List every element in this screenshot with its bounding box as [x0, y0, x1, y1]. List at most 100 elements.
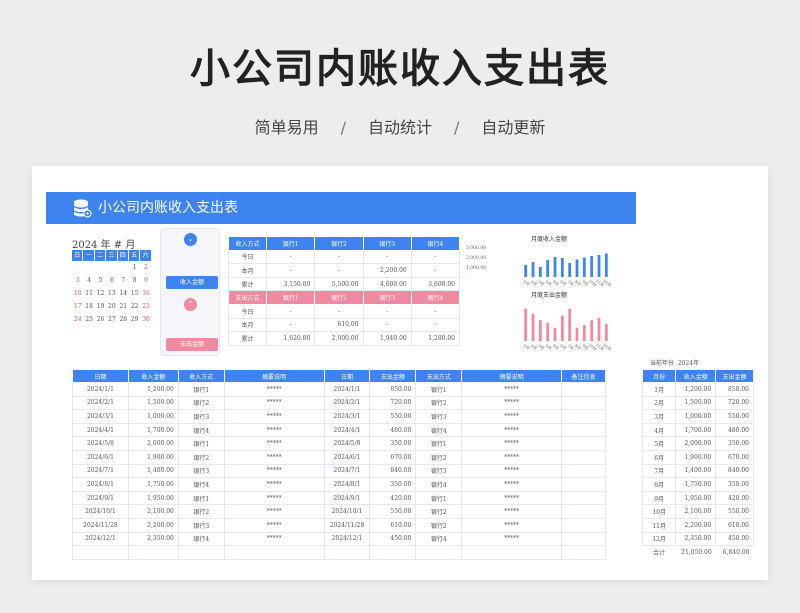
- calendar-day[interactable]: [83, 261, 94, 274]
- calendar-day[interactable]: [118, 261, 129, 274]
- calendar-day[interactable]: 3: [72, 274, 83, 287]
- transaction-cell[interactable]: *****: [461, 422, 563, 438]
- transaction-cell[interactable]: 银行2: [415, 504, 463, 519]
- transaction-cell[interactable]: 银行2: [177, 395, 225, 411]
- transaction-cell[interactable]: *****: [223, 531, 325, 547]
- transaction-cell[interactable]: 840.00: [369, 463, 417, 479]
- calendar-day[interactable]: 21: [118, 300, 129, 313]
- calendar-day[interactable]: 30: [140, 313, 151, 326]
- transaction-cell[interactable]: *****: [223, 409, 325, 424]
- calendar-day[interactable]: 19: [95, 300, 106, 313]
- transaction-cell[interactable]: 1,700.00: [127, 422, 179, 438]
- transaction-cell[interactable]: [461, 545, 563, 560]
- calendar-day[interactable]: 20: [106, 300, 117, 313]
- transaction-cell[interactable]: [127, 545, 179, 560]
- calendar-day[interactable]: 24: [72, 313, 83, 326]
- transaction-cell[interactable]: [223, 545, 325, 560]
- transaction-cell[interactable]: 2024/12/1: [323, 531, 371, 547]
- transaction-cell[interactable]: 2024/5/8: [72, 436, 129, 451]
- calendar-day[interactable]: [106, 261, 117, 274]
- transaction-cell[interactable]: *****: [461, 504, 563, 519]
- transaction-cell[interactable]: 银行1: [177, 382, 225, 397]
- transaction-cell[interactable]: 银行4: [177, 477, 225, 492]
- transaction-cell[interactable]: 银行1: [415, 382, 463, 397]
- transaction-cell[interactable]: 2024/10/1: [72, 504, 129, 519]
- calendar-day[interactable]: 5: [95, 274, 106, 287]
- calendar-day[interactable]: 8: [129, 274, 140, 287]
- transaction-cell[interactable]: 银行1: [415, 436, 463, 451]
- calendar-day[interactable]: [72, 261, 83, 274]
- transaction-cell[interactable]: *****: [223, 436, 325, 451]
- calendar-day[interactable]: 26: [95, 313, 106, 326]
- transaction-cell[interactable]: 银行2: [177, 504, 225, 519]
- transaction-cell[interactable]: 银行1: [177, 490, 225, 506]
- transaction-cell[interactable]: 610.00: [369, 517, 417, 533]
- transaction-cell[interactable]: 2024/7/1: [323, 463, 371, 479]
- transaction-cell[interactable]: [561, 517, 606, 533]
- transaction-cell[interactable]: 银行4: [177, 531, 225, 547]
- transaction-cell[interactable]: *****: [223, 422, 325, 438]
- transaction-cell[interactable]: 2024/3/1: [72, 409, 129, 424]
- transaction-cell[interactable]: [72, 545, 129, 560]
- transaction-cell[interactable]: 银行3: [415, 463, 463, 479]
- expense-amount-button[interactable]: 支出金额: [166, 338, 218, 351]
- transaction-cell[interactable]: [415, 545, 463, 560]
- transaction-cell[interactable]: *****: [461, 409, 563, 424]
- calendar-day[interactable]: 15: [129, 287, 140, 300]
- transaction-cell[interactable]: 2024/1/1: [72, 382, 129, 397]
- transaction-cell[interactable]: 420.00: [369, 490, 417, 506]
- calendar-day[interactable]: 1: [129, 261, 140, 274]
- transaction-cell[interactable]: *****: [223, 449, 325, 465]
- transaction-cell[interactable]: [561, 395, 606, 411]
- transaction-cell[interactable]: 2024/3/1: [323, 409, 371, 424]
- transaction-cell[interactable]: 480.00: [369, 422, 417, 438]
- calendar-day[interactable]: [95, 261, 106, 274]
- transaction-cell[interactable]: [561, 490, 606, 506]
- transaction-cell[interactable]: 银行2: [415, 449, 463, 465]
- transaction-cell[interactable]: 2024/5/8: [323, 436, 371, 451]
- calendar-day[interactable]: 7: [118, 274, 129, 287]
- calendar-day[interactable]: 6: [106, 274, 117, 287]
- calendar-day[interactable]: 16: [140, 287, 151, 300]
- calendar-day[interactable]: 23: [140, 300, 151, 313]
- transaction-cell[interactable]: 2024/9/1: [72, 490, 129, 506]
- transaction-cell[interactable]: 550.00: [369, 409, 417, 424]
- chevron-down-icon[interactable]: ⌄: [184, 233, 197, 246]
- transaction-cell[interactable]: 2024/2/1: [72, 395, 129, 411]
- transaction-cell[interactable]: 2024/7/1: [72, 463, 129, 479]
- transaction-cell[interactable]: 银行4: [177, 422, 225, 438]
- transaction-cell[interactable]: 银行3: [177, 517, 225, 533]
- transaction-cell[interactable]: *****: [223, 382, 325, 397]
- transaction-cell[interactable]: 银行1: [177, 436, 225, 451]
- transaction-cell[interactable]: 银行2: [415, 395, 463, 411]
- transaction-cell[interactable]: 2024/10/1: [323, 504, 371, 519]
- transaction-cell[interactable]: 1,750.00: [127, 477, 179, 492]
- transaction-cell[interactable]: 1,200.00: [127, 382, 179, 397]
- calendar-day[interactable]: 17: [72, 300, 83, 313]
- transaction-cell[interactable]: 银行1: [415, 490, 463, 506]
- transaction-cell[interactable]: 350.00: [369, 436, 417, 451]
- transaction-cell[interactable]: 银行2: [177, 449, 225, 465]
- transaction-cell[interactable]: [561, 545, 606, 560]
- transaction-cell[interactable]: 550.00: [369, 504, 417, 519]
- transaction-cell[interactable]: *****: [223, 504, 325, 519]
- transaction-cell[interactable]: 银行4: [415, 477, 463, 492]
- transaction-cell[interactable]: 2024/11/28: [323, 517, 371, 533]
- calendar-day[interactable]: 22: [129, 300, 140, 313]
- transaction-cell[interactable]: *****: [461, 531, 563, 547]
- transaction-cell[interactable]: *****: [223, 395, 325, 411]
- transaction-cell[interactable]: 2,100.00: [127, 504, 179, 519]
- transaction-cell[interactable]: *****: [461, 490, 563, 506]
- transaction-cell[interactable]: *****: [461, 517, 563, 533]
- transaction-cell[interactable]: 1,500.00: [127, 395, 179, 411]
- calendar-day[interactable]: 2: [140, 261, 151, 274]
- transaction-cell[interactable]: [561, 463, 606, 479]
- transaction-cell[interactable]: 银行3: [415, 409, 463, 424]
- transaction-cell[interactable]: [561, 477, 606, 492]
- transaction-cell[interactable]: 2024/6/1: [323, 449, 371, 465]
- calendar-day[interactable]: 27: [106, 313, 117, 326]
- transaction-cell[interactable]: [561, 504, 606, 519]
- transaction-cell[interactable]: 2024/12/1: [72, 531, 129, 547]
- transaction-cell[interactable]: 1,000.00: [127, 409, 179, 424]
- transaction-cell[interactable]: 银行4: [415, 422, 463, 438]
